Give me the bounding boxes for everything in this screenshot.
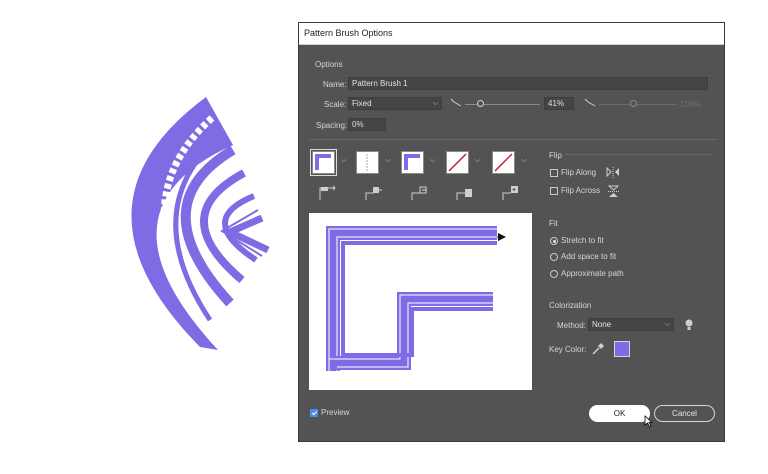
spacing-label: Spacing: (316, 121, 348, 130)
fit-option-label: Add space to fit (561, 252, 617, 261)
preview-checkbox[interactable] (310, 409, 318, 417)
flip-section-label: Flip (549, 151, 562, 160)
dialog-titlebar[interactable]: Pattern Brush Options (299, 23, 724, 45)
ok-button[interactable]: OK (589, 405, 650, 422)
method-select[interactable]: None ⌵ (588, 318, 674, 331)
flip-along-checkbox[interactable] (550, 169, 558, 177)
tile-side-icon[interactable] (310, 149, 337, 176)
scale-select-value: Fixed (352, 99, 372, 108)
scale-percent-field[interactable]: 41% (544, 97, 574, 110)
scale-pressure-icon (584, 98, 596, 107)
flip-along-icon (606, 167, 619, 178)
chevron-down-icon[interactable]: ⌵ (475, 157, 480, 165)
key-color-swatch[interactable] (614, 341, 630, 357)
scale-select[interactable]: Fixed ⌵ (348, 97, 442, 110)
dialog-title: Pattern Brush Options (304, 28, 393, 38)
pattern-brush-stroke (131, 97, 270, 350)
colorization-section-label: Colorization (549, 301, 592, 310)
chevron-down-icon[interactable]: ⌵ (341, 157, 346, 165)
preview-label: Preview (321, 408, 350, 417)
tile-outer-corner-icon (365, 187, 382, 200)
fit-option-label: Approximate path (561, 269, 624, 278)
key-color-label: Key Color: (549, 345, 587, 354)
tile-start-icon[interactable] (446, 151, 469, 174)
pattern-preview (309, 213, 532, 390)
eyedropper-icon[interactable] (592, 343, 604, 355)
scale-pressure-icon (450, 98, 462, 107)
tile-side-icon (319, 185, 336, 200)
fit-approximate-radio[interactable] (550, 270, 558, 278)
divider (565, 154, 711, 155)
name-field[interactable]: Pattern Brush 1 (348, 77, 708, 90)
chevron-down-icon[interactable]: ⌵ (385, 157, 390, 165)
brush-stroke-artwork (131, 97, 270, 350)
cursor-icon (644, 415, 653, 428)
tile-outer-corner-icon[interactable] (356, 151, 379, 174)
chevron-down-icon[interactable]: ⌵ (430, 157, 435, 165)
tile-inner-corner-icon[interactable] (401, 151, 424, 174)
tip-icon[interactable] (685, 319, 693, 331)
chevron-down-icon: ⌵ (432, 100, 438, 107)
scale-label: Scale: (324, 100, 347, 109)
flip-across-icon (608, 185, 619, 197)
chevron-down-icon: ⌵ (664, 321, 670, 328)
preview-path-graphic (326, 226, 506, 371)
method-label: Method: (557, 321, 586, 330)
scale-max-percent: 100% (680, 100, 701, 109)
fit-stretch-radio[interactable] (550, 237, 558, 245)
fit-section-label: Fit (549, 219, 558, 228)
chevron-down-icon[interactable]: ⌵ (521, 157, 526, 165)
cancel-button[interactable]: Cancel (654, 405, 715, 422)
divider (309, 139, 717, 140)
scale-min-slider-knob[interactable] (477, 100, 484, 107)
pattern-brush-options-dialog: Pattern Brush Options Options Name: Patt… (298, 22, 725, 442)
tile-start-icon (456, 189, 472, 200)
tile-end-icon (502, 186, 518, 200)
scale-max-slider-track (599, 104, 677, 105)
spacing-field[interactable]: 0% (348, 118, 386, 131)
options-section-label: Options (315, 60, 343, 69)
tile-inner-corner-icon (411, 186, 427, 200)
flip-across-checkbox[interactable] (550, 187, 558, 195)
fit-option-label: Stretch to fit (561, 236, 604, 245)
flip-along-label: Flip Along (561, 168, 597, 177)
tile-end-icon[interactable] (492, 151, 515, 174)
scale-max-slider-knob (630, 100, 637, 107)
flip-across-label: Flip Across (561, 186, 601, 195)
fit-add-space-radio[interactable] (550, 253, 558, 261)
method-select-value: None (592, 320, 612, 329)
name-label: Name: (323, 80, 347, 89)
